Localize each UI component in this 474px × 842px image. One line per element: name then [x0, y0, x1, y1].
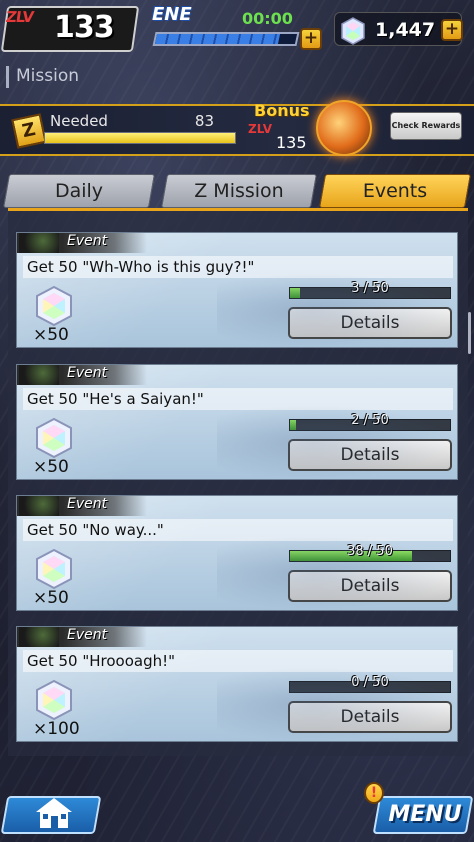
mission-progress-text: 0 / 50 [351, 675, 389, 690]
energy-timer: 00:00 [242, 9, 293, 28]
top-bar: ZLV 133 ENE 00:00 + 1,447 + [0, 0, 474, 58]
details-button[interactable]: Details [288, 701, 452, 733]
mission-progress-text: 3 / 50 [351, 281, 389, 296]
chrono-crystal-icon [36, 417, 72, 459]
home-icon [36, 798, 72, 828]
mission-progress-text: 2 / 50 [351, 413, 389, 428]
add-gems-button[interactable]: + [441, 19, 463, 41]
mission-progress-bar [289, 681, 451, 693]
chrono-crystal-icon [36, 548, 72, 590]
mission-description: Get 50 "No way..." [23, 519, 453, 541]
event-tag-label: Event [67, 365, 108, 381]
details-button[interactable]: Details [288, 307, 452, 339]
list-scrollbar[interactable] [468, 312, 471, 354]
mission-progress-text: 38 / 50 [347, 544, 393, 559]
zlv-label: ZLV [4, 8, 35, 26]
event-tag: Event [17, 233, 147, 253]
gem-counter[interactable]: 1,447 + [334, 12, 463, 46]
mission-tabs: Daily Z Mission Events [0, 174, 474, 210]
player-level-value: 133 [54, 10, 115, 45]
chrono-crystal-icon [341, 17, 365, 45]
alert-icon: ! [364, 782, 384, 804]
chrono-crystal-icon [36, 285, 72, 327]
energy-bar [152, 32, 300, 46]
mission-progress-fill [290, 420, 297, 430]
event-character-icon [19, 233, 59, 253]
gem-count: 1,447 [375, 19, 436, 41]
bonus-level-value: 135 [276, 133, 307, 152]
needed-value: 83 [194, 112, 214, 130]
tab-events[interactable]: Events [319, 174, 471, 208]
page-title: Mission [6, 66, 79, 88]
reward-quantity: ×100 [33, 719, 80, 739]
mission-card: Event Get 50 "No way..." ×50 38 / 50 Det… [16, 495, 458, 611]
reward-quantity: ×50 [33, 457, 69, 477]
mission-description: Get 50 "Hroooagh!" [23, 650, 453, 672]
mission-card: Event Get 50 "Hroooagh!" ×100 0 / 50 Det… [16, 626, 458, 742]
event-character-icon [19, 365, 59, 385]
event-character-icon [19, 627, 59, 647]
mission-progress-bar [289, 550, 451, 562]
add-energy-button[interactable]: + [300, 28, 322, 50]
needed-progress-fill [45, 133, 235, 143]
event-tag-label: Event [67, 233, 108, 249]
reward-quantity: ×50 [33, 588, 69, 608]
event-tag-label: Event [67, 627, 108, 643]
energy-panel[interactable]: ENE 00:00 + [150, 4, 326, 50]
tab-events-label: Events [362, 180, 428, 202]
event-character-icon [19, 496, 59, 516]
bonus-label: Bonus [254, 101, 310, 120]
mission-card: Event Get 50 "Wh-Who is this guy?!" ×50 … [16, 232, 458, 348]
bonus-character-portrait [316, 100, 372, 156]
check-rewards-button[interactable]: Check Rewards [390, 112, 462, 140]
needed-label: Needed [50, 112, 108, 130]
needed-progress-bar [44, 132, 236, 144]
event-tag: Event [17, 365, 147, 385]
chrono-crystal-icon [36, 679, 72, 721]
bonus-zlv-label: ZLV [248, 122, 272, 136]
mission-card: Event Get 50 "He's a Saiyan!" ×50 2 / 50… [16, 364, 458, 480]
mission-description: Get 50 "Wh-Who is this guy?!" [23, 256, 453, 278]
tab-daily[interactable]: Daily [3, 174, 155, 208]
tab-z-mission-label: Z Mission [194, 180, 284, 202]
event-tag: Event [17, 627, 147, 647]
mission-description: Get 50 "He's a Saiyan!" [23, 388, 453, 410]
tab-daily-label: Daily [54, 180, 104, 202]
tab-z-mission[interactable]: Z Mission [161, 174, 317, 208]
reward-quantity: ×50 [33, 325, 69, 345]
details-button[interactable]: Details [288, 439, 452, 471]
details-button[interactable]: Details [288, 570, 452, 602]
z-badge-icon: Z [11, 113, 47, 149]
event-tag-label: Event [67, 496, 108, 512]
mission-progress-bar [289, 287, 451, 299]
energy-bar-fill [154, 34, 281, 44]
menu-label: MENU [388, 802, 462, 827]
event-tag: Event [17, 496, 147, 516]
mission-progress-fill [290, 288, 300, 298]
mission-progress-bar [289, 419, 451, 431]
energy-label: ENE [152, 4, 192, 25]
mission-progress-fill [290, 551, 412, 561]
